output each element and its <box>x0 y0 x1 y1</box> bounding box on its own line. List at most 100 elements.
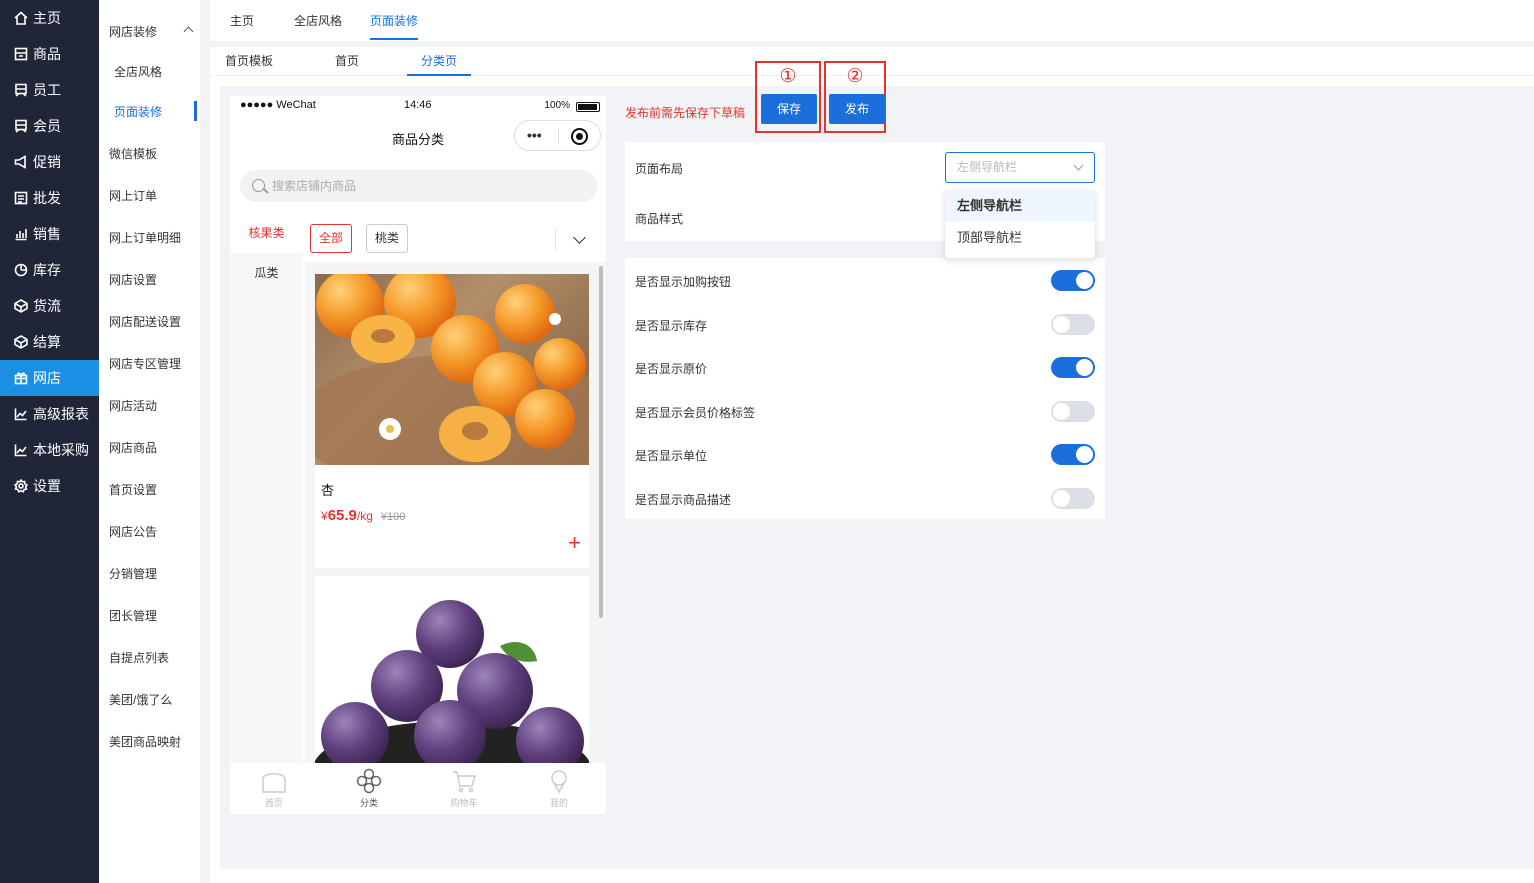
nav-item-settings[interactable]: 设置 <box>0 468 99 504</box>
nav-item-purchase[interactable]: 本地采购 <box>0 432 99 468</box>
promo-icon <box>13 155 28 170</box>
status-bar: ●●●●● WeChat 14:46 100% <box>230 96 606 116</box>
settle-icon <box>13 335 28 350</box>
nav-item-wholesale[interactable]: 批发 <box>0 180 99 216</box>
highlight-publish: ② 发布 <box>824 61 886 133</box>
phone-tab-category[interactable]: 分类 <box>339 768 399 809</box>
report-icon <box>13 407 28 422</box>
layout-dropdown: 左侧导航栏 顶部导航栏 <box>945 190 1095 258</box>
nav-item-staff[interactable]: 员工 <box>0 72 99 108</box>
submenu-item-store-style[interactable]: 全店风格 <box>99 50 200 92</box>
mini-program-capsule[interactable]: ••• <box>514 120 601 151</box>
toggle-unit[interactable] <box>1051 444 1095 465</box>
nav-item-promo[interactable]: 促销 <box>0 144 99 180</box>
chip-peach[interactable]: 桃类 <box>366 224 409 253</box>
category-item-stone-fruit[interactable]: 核果类 <box>230 213 303 253</box>
battery-percent: 100% <box>544 100 570 111</box>
highlight-save: ① 保存 <box>755 61 821 133</box>
tab-home[interactable]: 主页 <box>230 0 254 42</box>
nav-item-cargo[interactable]: 货流 <box>0 288 99 324</box>
toggle-member-price[interactable] <box>1051 401 1095 422</box>
phone-search-input[interactable]: 搜索店铺内商品 <box>240 170 597 202</box>
more-dots-icon[interactable]: ••• <box>527 127 542 143</box>
nav-item-goods[interactable]: 商品 <box>0 36 99 72</box>
dropdown-option-top-nav[interactable]: 顶部导航栏 <box>945 222 1095 254</box>
nav-item-member[interactable]: 会员 <box>0 108 99 144</box>
toggle-original-price[interactable] <box>1051 357 1095 378</box>
marker-1: ① <box>779 66 797 87</box>
subtab-home-template[interactable]: 首页模板 <box>225 47 273 76</box>
phone-tab-home[interactable]: 首页 <box>244 768 304 809</box>
toggle-label-description: 是否显示商品描述 <box>635 493 732 507</box>
toggle-description[interactable] <box>1051 488 1095 509</box>
goods-card[interactable] <box>315 576 589 763</box>
add-to-cart-icon[interactable]: + <box>568 532 581 554</box>
toggle-label-original-price: 是否显示原价 <box>635 362 708 376</box>
goods-style-label: 商品样式 <box>635 212 684 226</box>
tab-page-decor[interactable]: 页面装修 <box>358 0 430 42</box>
dropdown-option-left-nav[interactable]: 左侧导航栏 <box>945 190 1095 222</box>
submenu-item-order-details[interactable]: 网上订单明细 <box>99 216 200 258</box>
goods-name: 杏 <box>321 483 335 498</box>
submenu-item-zone-mgmt[interactable]: 网店专区管理 <box>99 342 200 384</box>
sub-menu: 网店装修 全店风格 页面装修 微信模板 网上订单 网上订单明细 网店设置 网店配… <box>99 0 200 883</box>
member-icon <box>13 119 28 134</box>
chevron-down-icon[interactable] <box>573 231 586 244</box>
subtab-category[interactable]: 分类页 <box>407 47 472 76</box>
gear-icon <box>13 479 28 494</box>
submenu-item-distribution[interactable]: 分销管理 <box>99 552 200 594</box>
publish-button[interactable]: 发布 <box>829 94 885 124</box>
nav-item-home[interactable]: 主页 <box>0 0 99 36</box>
carrier-label: ●●●●● WeChat <box>240 99 316 111</box>
content-area: 首页模板 首页 分类页 ●●●●● WeChat 14:46 100% 商品分类… <box>210 47 1534 883</box>
submenu-item-online-orders[interactable]: 网上订单 <box>99 174 200 216</box>
battery-icon <box>576 102 600 112</box>
toggle-panel: 是否显示加购按钮 是否显示库存 是否显示原价 是否显示会员价格标签 是否显示单位… <box>625 258 1105 519</box>
chevron-up-icon <box>183 26 194 37</box>
profile-icon <box>551 770 567 794</box>
tab-store-style[interactable]: 全店风格 <box>294 0 342 42</box>
category-icon <box>356 768 382 794</box>
subtab-home[interactable]: 首页 <box>335 47 359 76</box>
toggle-label-unit: 是否显示单位 <box>635 449 708 463</box>
plum-image <box>315 576 589 763</box>
nav-item-settle[interactable]: 结算 <box>0 324 99 360</box>
home-icon <box>13 11 28 26</box>
nav-item-shop[interactable]: 网店 <box>0 360 99 396</box>
phone-tab-profile[interactable]: 我的 <box>529 768 589 809</box>
submenu-item-shop-goods[interactable]: 网店商品 <box>99 426 200 468</box>
submenu-item-activities[interactable]: 网店活动 <box>99 384 200 426</box>
submenu-item-page-decor[interactable]: 页面装修 <box>99 90 200 132</box>
submenu-item-shop-settings[interactable]: 网店设置 <box>99 258 200 300</box>
nav-item-sales[interactable]: 销售 <box>0 216 99 252</box>
marker-2: ② <box>846 66 864 87</box>
phone-tab-cart[interactable]: 购物车 <box>434 768 494 809</box>
submenu-item-meituan-eleme[interactable]: 美团/饿了么 <box>99 678 200 720</box>
submenu-item-wechat-template[interactable]: 微信模板 <box>99 132 200 174</box>
chip-all[interactable]: 全部 <box>310 224 353 253</box>
submenu-item-meituan-mapping[interactable]: 美团商品映射 <box>99 720 200 762</box>
submenu-item-homepage-settings[interactable]: 首页设置 <box>99 468 200 510</box>
search-icon <box>252 179 265 192</box>
goods-card[interactable]: 杏 ¥65.9/kg ¥100 + <box>315 274 589 568</box>
toggle-label-cart-button: 是否显示加购按钮 <box>635 275 732 289</box>
toggle-cart-button[interactable] <box>1051 270 1095 291</box>
toggle-stock[interactable] <box>1051 314 1095 335</box>
nav-item-stock[interactable]: 库存 <box>0 252 99 288</box>
category-item-melon[interactable]: 瓜类 <box>230 253 303 293</box>
top-tab-bar: 主页 全店风格 页面装修 <box>210 0 1534 42</box>
submenu-item-announcement[interactable]: 网店公告 <box>99 510 200 552</box>
toggle-label-member-price: 是否显示会员价格标签 <box>635 406 756 420</box>
submenu-item-delivery-settings[interactable]: 网店配送设置 <box>99 300 200 342</box>
save-button[interactable]: 保存 <box>761 94 817 124</box>
submenu-item-pickup-points[interactable]: 自提点列表 <box>99 636 200 678</box>
nav-item-report[interactable]: 高级报表 <box>0 396 99 432</box>
layout-select[interactable]: 左侧导航栏 <box>945 152 1095 183</box>
close-circle-icon[interactable] <box>571 128 588 145</box>
submenu-item-group-leader[interactable]: 团长管理 <box>99 594 200 636</box>
goods-price: ¥65.9/kg ¥100 <box>321 507 406 524</box>
chip-divider <box>555 228 556 250</box>
goods-list-scrollbar[interactable] <box>599 266 603 618</box>
gift-icon <box>13 371 28 386</box>
category-column: 核果类 瓜类 <box>230 213 303 763</box>
